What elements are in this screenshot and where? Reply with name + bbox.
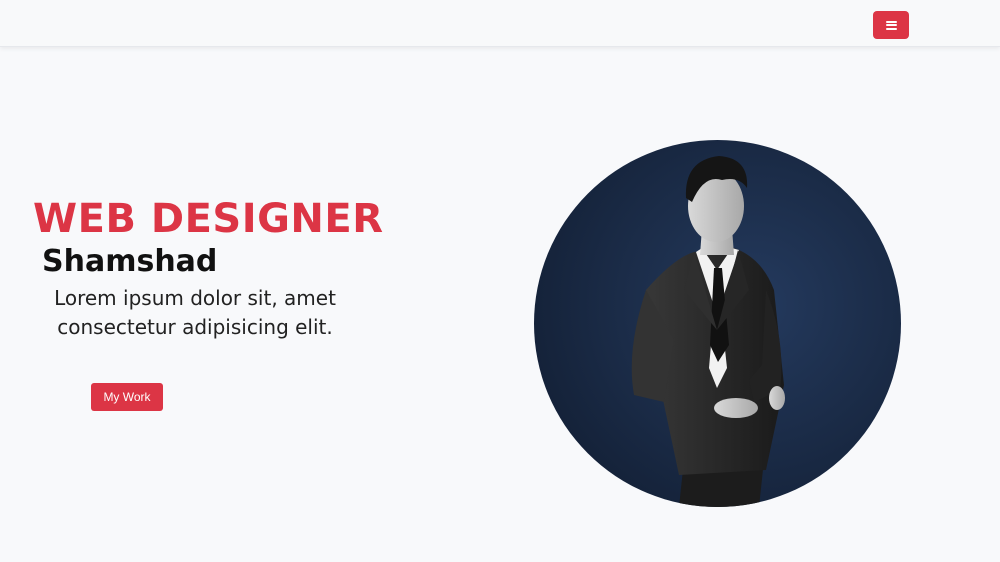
my-work-button[interactable]: My Work xyxy=(91,383,163,411)
profile-portrait xyxy=(534,140,901,507)
hamburger-icon xyxy=(885,20,897,30)
hero-name: Shamshad xyxy=(42,244,218,279)
navbar xyxy=(0,0,1000,47)
hero-tagline: Lorem ipsum dolor sit, amet consectetur … xyxy=(54,286,336,339)
person-silhouette-icon xyxy=(631,156,785,507)
hero-title: WEB DESIGNER xyxy=(33,196,384,242)
menu-toggle-button[interactable] xyxy=(873,11,909,39)
